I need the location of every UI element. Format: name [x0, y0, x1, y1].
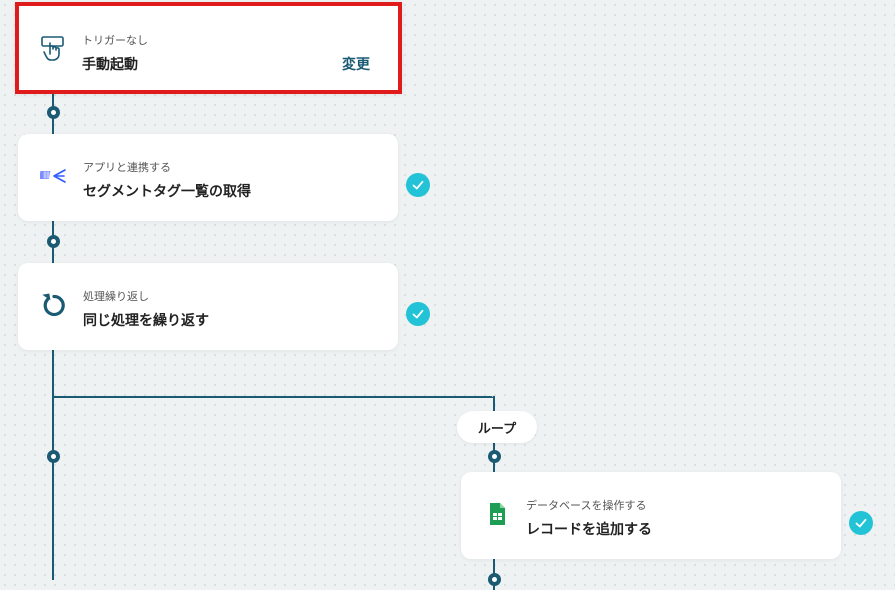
app-integration-icon: [39, 162, 68, 190]
connector-dot: [47, 235, 60, 248]
trigger-title: 手動起動: [82, 57, 138, 73]
step-card-database[interactable]: データベースを操作する レコードを追加する: [461, 472, 841, 559]
step-title: レコードを追加する: [526, 522, 652, 538]
step-title: セグメントタグ一覧の取得: [83, 184, 251, 200]
step-subtitle: データベースを操作する: [526, 499, 647, 512]
completed-check-icon: [849, 511, 873, 535]
connector-dot: [47, 450, 60, 463]
change-trigger-button[interactable]: 変更: [342, 54, 370, 74]
connector-dot: [488, 573, 501, 586]
step-card-app-integration[interactable]: アプリと連携する セグメントタグ一覧の取得: [18, 134, 398, 221]
connector-dot: [47, 106, 60, 119]
hand-pointer-icon: [39, 34, 67, 62]
completed-check-icon: [406, 173, 430, 197]
loop-label: ループ: [457, 411, 537, 443]
completed-check-icon: [406, 302, 430, 326]
trigger-subtitle: トリガーなし: [82, 34, 148, 47]
loop-arrow-icon: [40, 291, 68, 319]
step-title: 同じ処理を繰り返す: [83, 313, 209, 329]
step-card-loop[interactable]: 処理繰り返し 同じ処理を繰り返す: [18, 263, 398, 350]
connector-dot: [488, 450, 501, 463]
loop-branch-horizontal-line: [52, 396, 493, 398]
step-subtitle: アプリと連携する: [83, 161, 171, 174]
google-sheets-icon: [483, 500, 511, 528]
trigger-card[interactable]: トリガーなし 手動起動 変更: [15, 2, 402, 94]
step-subtitle: 処理繰り返し: [83, 290, 149, 303]
